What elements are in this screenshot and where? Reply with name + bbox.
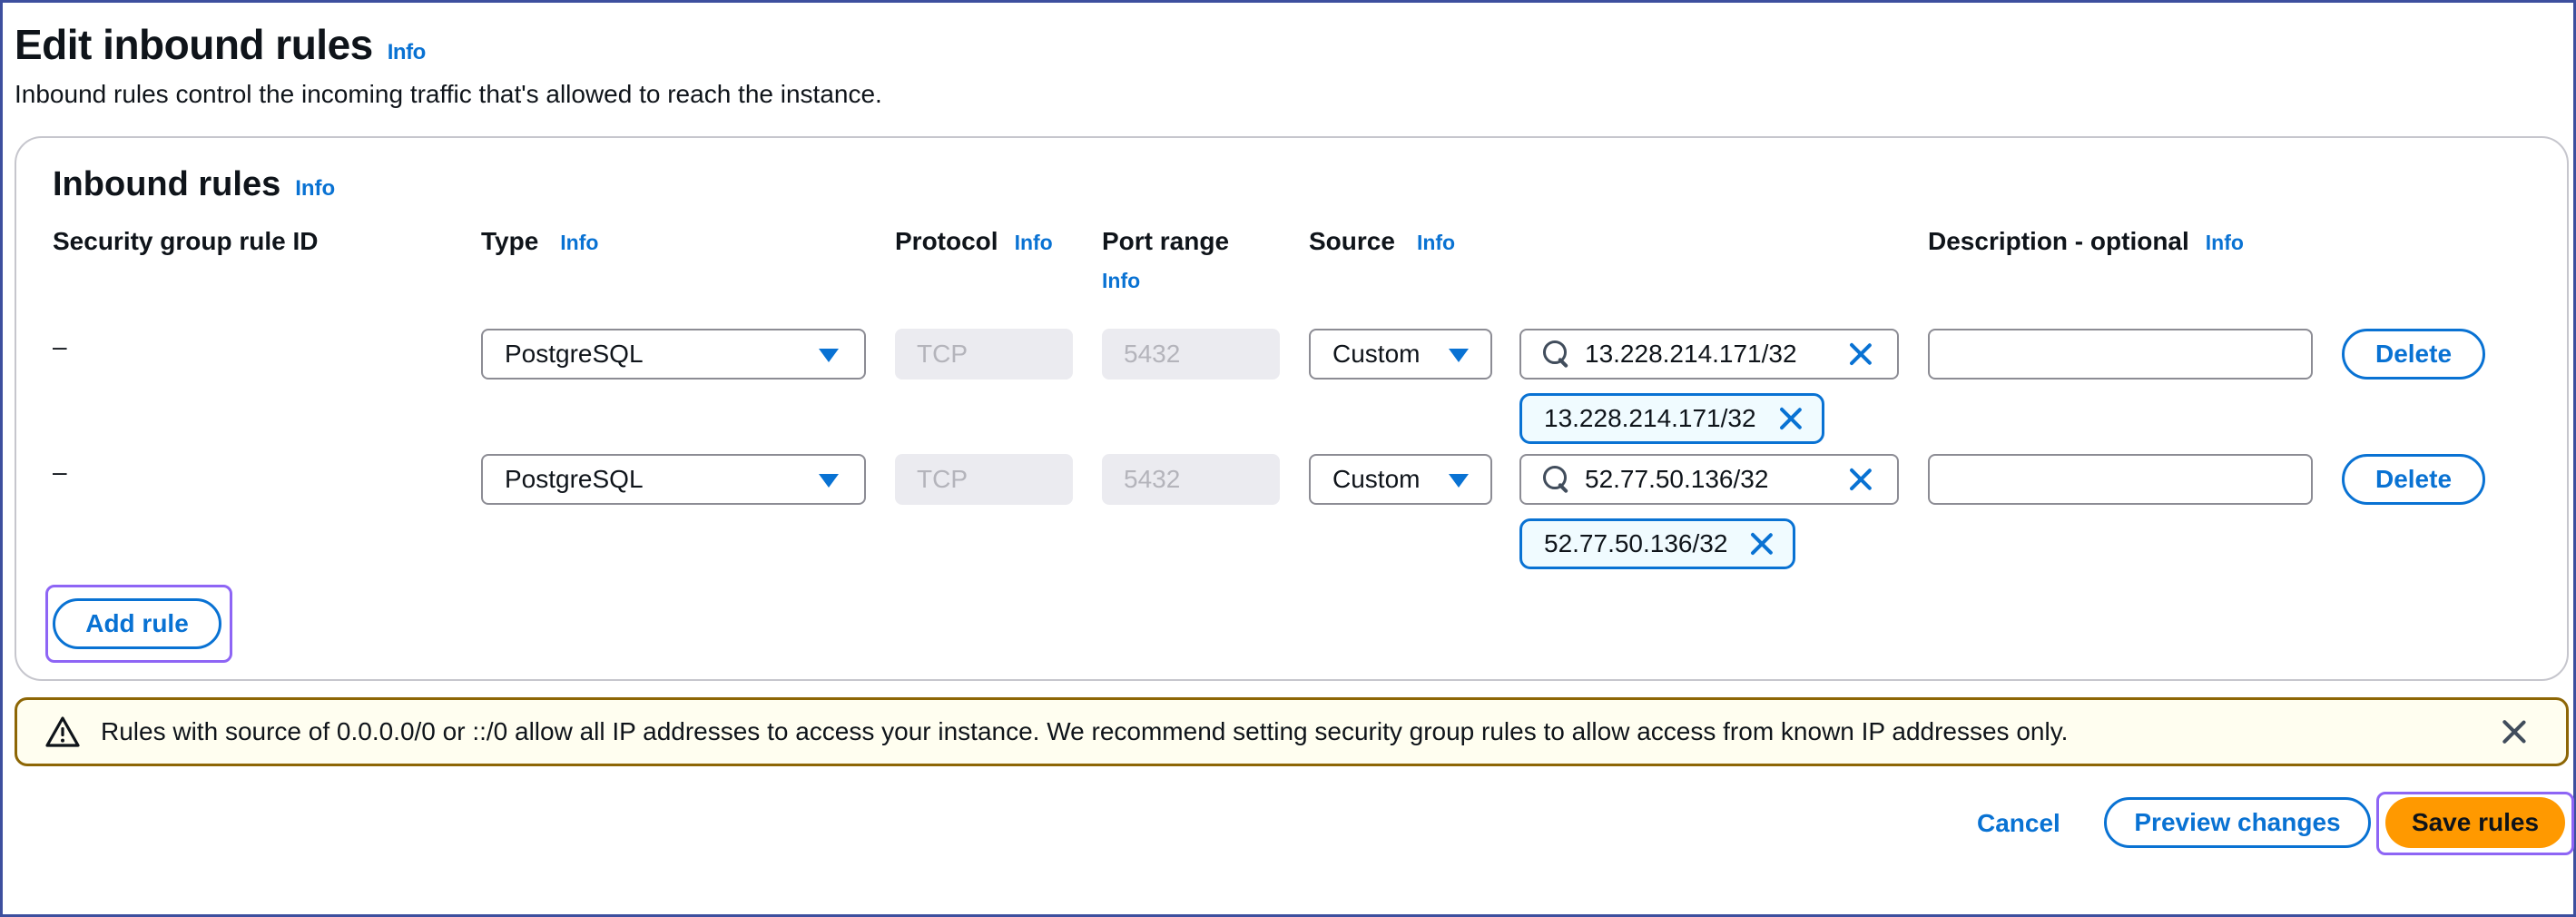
column-header-protocol: Protocol Info xyxy=(895,227,1053,256)
caret-down-icon xyxy=(819,474,839,488)
type-select-value: PostgreSQL xyxy=(505,465,644,493)
column-label-rule-id: Security group rule ID xyxy=(53,227,319,255)
clear-search-icon[interactable] xyxy=(1846,465,1875,494)
protocol-field: TCP xyxy=(895,329,1073,380)
warning-text: Rules with source of 0.0.0.0/0 or ::/0 a… xyxy=(101,717,2069,745)
page-title: Edit inbound rules xyxy=(15,21,373,68)
panel-title-row: Inbound rules Info xyxy=(53,165,335,204)
panel-title: Inbound rules xyxy=(53,165,281,203)
source-search-input[interactable]: 52.77.50.136/32 xyxy=(1519,454,1899,505)
port-range-field: 5432 xyxy=(1102,329,1280,380)
column-label-port-range: Port range xyxy=(1102,227,1230,255)
remove-token-icon[interactable] xyxy=(1776,404,1805,433)
description-input[interactable] xyxy=(1928,329,2313,380)
source-type-value: Custom xyxy=(1332,465,1421,493)
caret-down-icon xyxy=(1449,349,1469,362)
source-info-link[interactable]: Info xyxy=(1417,231,1455,255)
source-search-value: 52.77.50.136/32 xyxy=(1585,465,1769,493)
column-header-port-range: Port range Info xyxy=(1102,227,1229,293)
page-title-row: Edit inbound rules Info xyxy=(15,20,426,69)
search-icon xyxy=(1541,464,1572,495)
source-token-label: 13.228.214.171/32 xyxy=(1544,404,1756,432)
source-type-select[interactable]: Custom xyxy=(1309,454,1492,505)
type-info-link[interactable]: Info xyxy=(560,231,598,255)
type-select-value: PostgreSQL xyxy=(505,340,644,368)
source-token-label: 52.77.50.136/32 xyxy=(1544,529,1728,557)
caret-down-icon xyxy=(819,349,839,362)
description-info-link[interactable]: Info xyxy=(2206,231,2244,255)
column-label-source: Source xyxy=(1309,227,1395,255)
column-header-rule-id: Security group rule ID xyxy=(53,227,319,256)
port-range-field: 5432 xyxy=(1102,454,1280,505)
rule-id-value: – xyxy=(53,458,67,486)
page-description: Inbound rules control the incoming traff… xyxy=(15,80,882,108)
description-input[interactable] xyxy=(1928,454,2313,505)
caret-down-icon xyxy=(1449,474,1469,488)
source-type-select[interactable]: Custom xyxy=(1309,329,1492,380)
column-label-type: Type xyxy=(481,227,539,255)
remove-token-icon[interactable] xyxy=(1747,529,1776,558)
column-label-description: Description - optional xyxy=(1928,227,2189,255)
warning-alert: Rules with source of 0.0.0.0/0 or ::/0 a… xyxy=(15,697,2569,766)
source-token: 52.77.50.136/32 xyxy=(1519,518,1796,569)
search-icon xyxy=(1541,339,1572,370)
column-label-protocol: Protocol xyxy=(895,227,998,255)
column-header-source: Source Info xyxy=(1309,227,1455,256)
warning-icon xyxy=(44,715,81,748)
preview-changes-button[interactable]: Preview changes xyxy=(2104,797,2371,848)
source-token: 13.228.214.171/32 xyxy=(1519,393,1824,444)
column-header-description: Description - optional Info xyxy=(1928,227,2244,256)
delete-rule-button[interactable]: Delete xyxy=(2342,329,2485,380)
source-type-value: Custom xyxy=(1332,340,1421,368)
save-rules-button[interactable]: Save rules xyxy=(2385,797,2565,848)
protocol-info-link[interactable]: Info xyxy=(1015,231,1053,255)
page-info-link[interactable]: Info xyxy=(388,40,426,65)
cancel-button[interactable]: Cancel xyxy=(1977,809,2060,838)
panel-info-link[interactable]: Info xyxy=(295,176,335,202)
port-range-info-link[interactable]: Info xyxy=(1102,269,1140,293)
inbound-rules-panel: Inbound rules Info Security group rule I… xyxy=(15,136,2569,681)
add-rule-button[interactable]: Add rule xyxy=(53,598,221,649)
type-select[interactable]: PostgreSQL xyxy=(481,329,866,380)
protocol-field: TCP xyxy=(895,454,1073,505)
column-header-type: Type Info xyxy=(481,227,598,256)
delete-rule-button[interactable]: Delete xyxy=(2342,454,2485,505)
source-search-input[interactable]: 13.228.214.171/32 xyxy=(1519,329,1899,380)
close-alert-icon[interactable] xyxy=(2499,716,2530,747)
rule-id-value: – xyxy=(53,332,67,360)
type-select[interactable]: PostgreSQL xyxy=(481,454,866,505)
clear-search-icon[interactable] xyxy=(1846,340,1875,369)
source-search-value: 13.228.214.171/32 xyxy=(1585,340,1797,368)
